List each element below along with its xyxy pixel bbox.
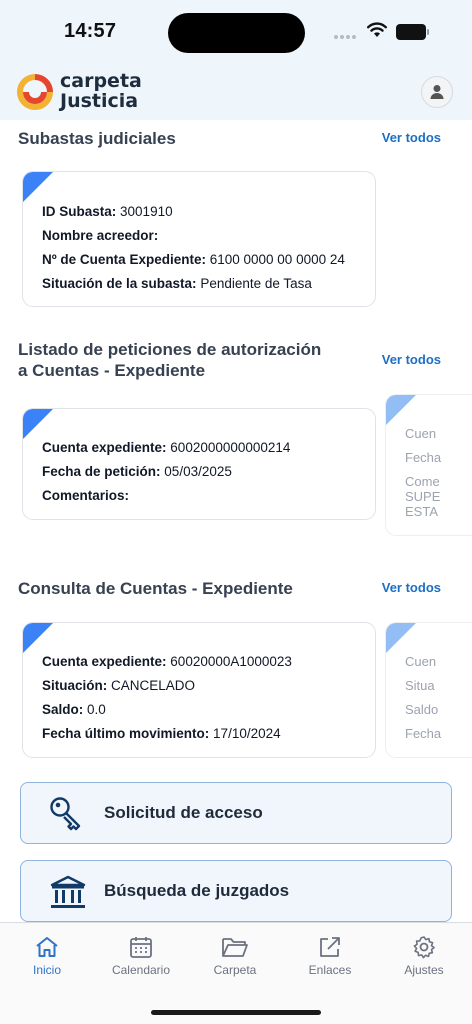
calendar-icon bbox=[130, 937, 152, 958]
tab-inicio[interactable]: Inicio bbox=[7, 935, 87, 977]
subasta-id-row: ID Subasta: 3001910 bbox=[42, 204, 173, 219]
tab-label: Calendario bbox=[111, 963, 171, 977]
subasta-acreedor-row: Nombre acreedor: bbox=[42, 228, 159, 243]
home-icon bbox=[36, 937, 58, 957]
status-bar: 14:57 bbox=[0, 0, 472, 62]
tab-label: Carpeta bbox=[213, 963, 257, 977]
subasta-cuenta-row: Nº de Cuenta Expediente: 6100 0000 00 00… bbox=[42, 252, 345, 267]
key-icon bbox=[50, 797, 81, 831]
tab-label: Inicio bbox=[32, 963, 61, 977]
solicitud-acceso-label: Solicitud de acceso bbox=[104, 803, 263, 822]
peek-text: Fecha bbox=[405, 726, 442, 741]
section-title-subastas: Subastas judiciales bbox=[18, 129, 176, 148]
subasta-situacion-row: Situación de la subasta: Pendiente de Ta… bbox=[42, 276, 312, 291]
card-corner-accent bbox=[386, 395, 416, 425]
gear-icon bbox=[413, 936, 435, 959]
busqueda-juzgados-label: Búsqueda de juzgados bbox=[104, 881, 290, 900]
peticion-card-peek[interactable]: Cuen Fecha Come SUPE ESTA bbox=[385, 394, 472, 536]
battery-icon bbox=[396, 24, 430, 40]
peticion-card[interactable]: Cuenta expediente: 6002000000000214 Fech… bbox=[22, 408, 376, 520]
dynamic-island bbox=[168, 13, 305, 53]
profile-avatar-button[interactable] bbox=[421, 76, 453, 108]
status-time: 14:57 bbox=[64, 20, 117, 42]
tab-label: Enlaces bbox=[308, 963, 352, 977]
peek-text: Cuen bbox=[405, 426, 437, 441]
tab-enlaces[interactable]: Enlaces bbox=[290, 935, 370, 977]
ver-todos-consulta-link[interactable]: Ver todos bbox=[382, 580, 441, 595]
peek-text: Come bbox=[405, 474, 440, 489]
section-title-consulta: Consulta de Cuentas - Expediente bbox=[18, 579, 293, 598]
user-icon bbox=[430, 85, 444, 99]
tab-ajustes[interactable]: Ajustes bbox=[384, 935, 464, 977]
bottom-tab-bar: Inicio Calendario Carpeta Enlaces Ajuste… bbox=[0, 922, 472, 1024]
cuenta-saldo-row: Saldo: 0.0 bbox=[42, 702, 106, 717]
tab-label: Ajustes bbox=[404, 963, 444, 977]
card-corner-accent bbox=[23, 172, 53, 202]
peek-text: SUPE bbox=[405, 489, 441, 504]
ver-todos-subastas-link[interactable]: Ver todos bbox=[382, 130, 441, 145]
tab-calendario[interactable]: Calendario bbox=[101, 935, 181, 977]
home-content[interactable]: Subastas judiciales Ver todos ID Subasta… bbox=[0, 120, 472, 922]
peticion-comentarios-row: Comentarios: bbox=[42, 488, 130, 503]
busqueda-juzgados-button[interactable]: Búsqueda de juzgados bbox=[20, 860, 452, 922]
wifi-icon bbox=[367, 22, 387, 37]
brand-name: carpeta Justicia bbox=[60, 71, 142, 111]
section-title-peticiones: Listado de peticiones de autorización a C… bbox=[18, 340, 322, 380]
home-indicator bbox=[151, 1010, 321, 1015]
cuenta-numero-row: Cuenta expediente: 60020000A1000023 bbox=[42, 654, 292, 669]
peek-text: Cuen bbox=[405, 654, 437, 669]
courthouse-icon bbox=[50, 875, 86, 908]
peek-text: Saldo bbox=[405, 702, 439, 717]
carpeta-justicia-logo-icon bbox=[17, 74, 53, 110]
solicitud-acceso-button[interactable]: Solicitud de acceso bbox=[20, 782, 452, 844]
external-link-icon bbox=[320, 937, 340, 957]
folder-icon bbox=[222, 938, 248, 957]
signal-icon bbox=[334, 35, 360, 41]
brand-line1: carpeta bbox=[60, 70, 142, 92]
peticion-fecha-row: Fecha de petición: 05/03/2025 bbox=[42, 464, 232, 479]
ver-todos-peticiones-link[interactable]: Ver todos bbox=[382, 352, 441, 367]
brand-line2: Justicia bbox=[60, 90, 139, 112]
tab-carpeta[interactable]: Carpeta bbox=[195, 935, 275, 977]
subasta-card[interactable]: ID Subasta: 3001910 Nombre acreedor: Nº … bbox=[22, 171, 376, 307]
app-header: carpeta Justicia bbox=[0, 62, 472, 120]
peek-text: ESTA bbox=[405, 504, 438, 519]
card-corner-accent bbox=[23, 623, 53, 653]
card-corner-accent bbox=[23, 409, 53, 439]
card-corner-accent bbox=[386, 623, 416, 653]
cuenta-situacion-row: Situación: CANCELADO bbox=[42, 678, 196, 693]
peek-text: Fecha bbox=[405, 450, 442, 465]
peek-text: Situa bbox=[405, 678, 435, 693]
peticion-cuenta-row: Cuenta expediente: 6002000000000214 bbox=[42, 440, 291, 455]
cuenta-fecha-row: Fecha último movimiento: 17/10/2024 bbox=[42, 726, 281, 741]
cuenta-card[interactable]: Cuenta expediente: 60020000A1000023 Situ… bbox=[22, 622, 376, 758]
cuenta-card-peek[interactable]: Cuen Situa Saldo Fecha bbox=[385, 622, 472, 758]
